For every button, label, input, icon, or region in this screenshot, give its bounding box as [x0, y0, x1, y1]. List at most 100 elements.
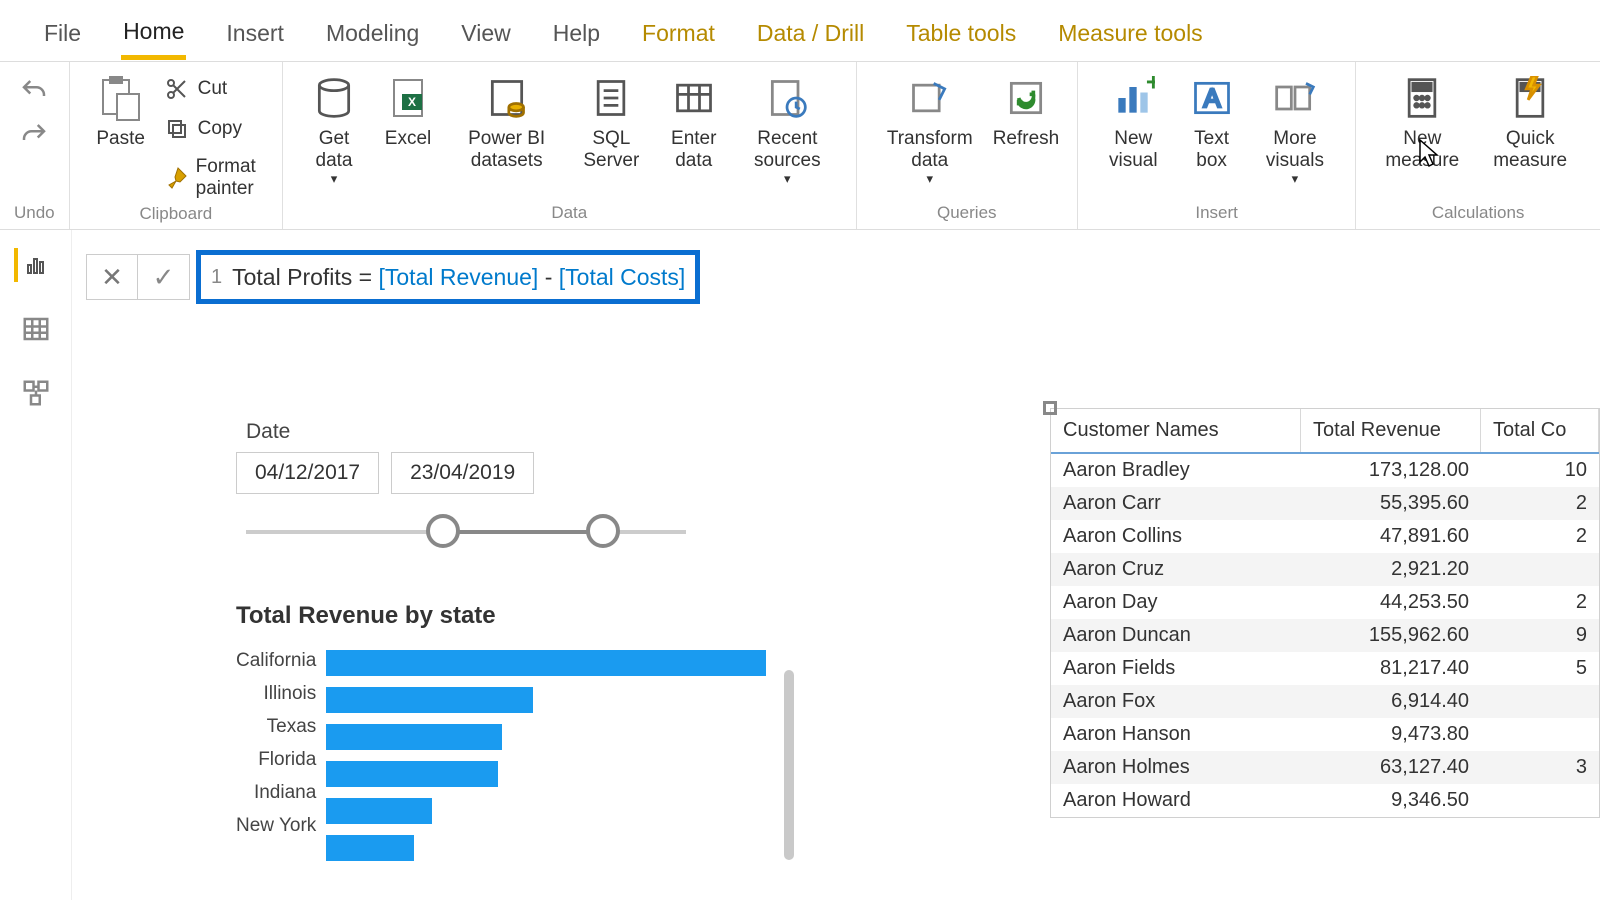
date-slider[interactable] — [246, 512, 686, 552]
tab-measure-tools[interactable]: Measure tools — [1056, 10, 1204, 57]
table-row[interactable]: Aaron Collins47,891.602 — [1051, 520, 1599, 553]
tab-table-tools[interactable]: Table tools — [904, 10, 1018, 57]
brush-icon — [164, 165, 188, 191]
bar[interactable] — [326, 724, 502, 750]
table-row[interactable]: Aaron Fields81,217.405 — [1051, 652, 1599, 685]
report-view-button[interactable] — [14, 248, 48, 282]
new-visual-button[interactable]: +New visual — [1092, 68, 1175, 172]
group-undo-label: Undo — [14, 203, 55, 227]
tab-data-drill[interactable]: Data / Drill — [755, 10, 866, 57]
copy-icon — [164, 116, 190, 142]
cut-button[interactable]: Cut — [158, 72, 268, 106]
group-data-label: Data — [551, 203, 587, 227]
enter-data-button[interactable]: Enter data — [654, 68, 733, 172]
sql-server-button[interactable]: SQL Server — [568, 68, 654, 172]
menu-tabs: File Home Insert Modeling View Help Form… — [0, 0, 1600, 62]
category-label: Texas — [267, 716, 317, 738]
enter-data-icon — [670, 74, 718, 122]
tab-help[interactable]: Help — [551, 10, 602, 57]
excel-button[interactable]: XExcel — [371, 68, 445, 150]
date-to-input[interactable]: 23/04/2019 — [391, 452, 534, 494]
database-icon — [310, 74, 358, 122]
bar[interactable] — [326, 761, 498, 787]
sql-icon — [587, 74, 635, 122]
slider-thumb-end[interactable] — [586, 514, 620, 548]
chart-bars — [326, 648, 766, 861]
format-painter-button[interactable]: Format painter — [158, 152, 268, 204]
excel-icon: X — [384, 74, 432, 122]
more-visuals-button[interactable]: More visuals▾ — [1249, 68, 1342, 187]
table-row[interactable]: Aaron Fox6,914.40 — [1051, 685, 1599, 718]
slider-thumb-start[interactable] — [426, 514, 460, 548]
view-switcher — [0, 230, 72, 900]
resize-handle[interactable] — [1043, 401, 1057, 415]
formula-bar: ✕ ✓ 1 Total Profits = [Total Revenue] - … — [86, 250, 700, 304]
table-row[interactable]: Aaron Holmes63,127.403 — [1051, 751, 1599, 784]
new-visual-icon: + — [1109, 74, 1157, 122]
quick-measure-button[interactable]: Quick measure — [1474, 68, 1586, 172]
chart-category-labels: CaliforniaIllinoisTexasFloridaIndianaNew… — [236, 648, 316, 861]
category-label: New York — [236, 815, 316, 837]
table-row[interactable]: Aaron Bradley173,128.0010 — [1051, 454, 1599, 487]
col-customer[interactable]: Customer Names — [1051, 409, 1301, 452]
table-row[interactable]: Aaron Cruz2,921.20 — [1051, 553, 1599, 586]
new-measure-button[interactable]: New measure — [1370, 68, 1474, 172]
ribbon: Undo Paste Cut Copy Format painter Clipb… — [0, 62, 1600, 230]
recent-icon — [763, 74, 811, 122]
text-box-button[interactable]: AText box — [1175, 68, 1249, 172]
transform-data-button[interactable]: Transform data▾ — [871, 68, 989, 187]
paste-icon — [97, 74, 145, 122]
chart-scrollbar[interactable] — [784, 670, 794, 860]
tab-view[interactable]: View — [459, 10, 512, 57]
date-from-input[interactable]: 04/12/2017 — [236, 452, 379, 494]
table-row[interactable]: Aaron Hanson9,473.80 — [1051, 718, 1599, 751]
redo-icon[interactable] — [19, 120, 49, 150]
pbi-datasets-icon — [483, 74, 531, 122]
formula-commit-button[interactable]: ✓ — [138, 254, 190, 300]
table-row[interactable]: Aaron Carr55,395.602 — [1051, 487, 1599, 520]
table-row[interactable]: Aaron Day44,253.502 — [1051, 586, 1599, 619]
refresh-button[interactable]: Refresh — [989, 68, 1063, 150]
table-row[interactable]: Aaron Howard9,346.50 — [1051, 784, 1599, 817]
category-label: California — [236, 650, 316, 672]
recent-sources-button[interactable]: Recent sources▾ — [733, 68, 841, 187]
data-table-visual[interactable]: Customer Names Total Revenue Total Co Aa… — [1050, 408, 1600, 818]
bar[interactable] — [326, 798, 432, 824]
formula-cancel-button[interactable]: ✕ — [86, 254, 138, 300]
refresh-icon — [1002, 74, 1050, 122]
table-body: Aaron Bradley173,128.0010Aaron Carr55,39… — [1051, 454, 1599, 817]
formula-input[interactable]: 1 Total Profits = [Total Revenue] - [Tot… — [196, 250, 700, 304]
group-insert-label: Insert — [1195, 203, 1238, 227]
scissors-icon — [164, 76, 190, 102]
table-row[interactable]: Aaron Duncan155,962.609 — [1051, 619, 1599, 652]
model-view-button[interactable] — [19, 376, 53, 410]
group-calculations-label: Calculations — [1432, 203, 1525, 227]
quick-measure-icon — [1506, 74, 1554, 122]
undo-icon[interactable] — [19, 76, 49, 106]
bar[interactable] — [326, 835, 414, 861]
col-costs[interactable]: Total Co — [1481, 409, 1599, 452]
category-label: Indiana — [254, 782, 316, 804]
textbox-icon: A — [1188, 74, 1236, 122]
tab-file[interactable]: File — [42, 10, 83, 57]
copy-button[interactable]: Copy — [158, 112, 268, 146]
svg-text:+: + — [1146, 76, 1155, 97]
formula-text: Total Profits = [Total Revenue] - [Total… — [232, 264, 685, 291]
tab-insert[interactable]: Insert — [224, 10, 286, 57]
bar[interactable] — [326, 650, 766, 676]
data-view-button[interactable] — [19, 312, 53, 346]
category-label: Illinois — [263, 683, 316, 705]
bar[interactable] — [326, 687, 533, 713]
svg-text:A: A — [1203, 85, 1221, 113]
tab-modeling[interactable]: Modeling — [324, 10, 421, 57]
paste-button[interactable]: Paste — [84, 68, 158, 150]
col-revenue[interactable]: Total Revenue — [1301, 409, 1481, 452]
calculator-icon — [1398, 74, 1446, 122]
svg-text:X: X — [408, 95, 416, 109]
tab-format[interactable]: Format — [640, 10, 717, 57]
pbi-datasets-button[interactable]: Power BI datasets — [445, 68, 568, 172]
group-clipboard-label: Clipboard — [139, 204, 212, 228]
tab-home[interactable]: Home — [121, 8, 186, 60]
get-data-button[interactable]: Get data▾ — [297, 68, 371, 187]
table-header: Customer Names Total Revenue Total Co — [1051, 409, 1599, 454]
